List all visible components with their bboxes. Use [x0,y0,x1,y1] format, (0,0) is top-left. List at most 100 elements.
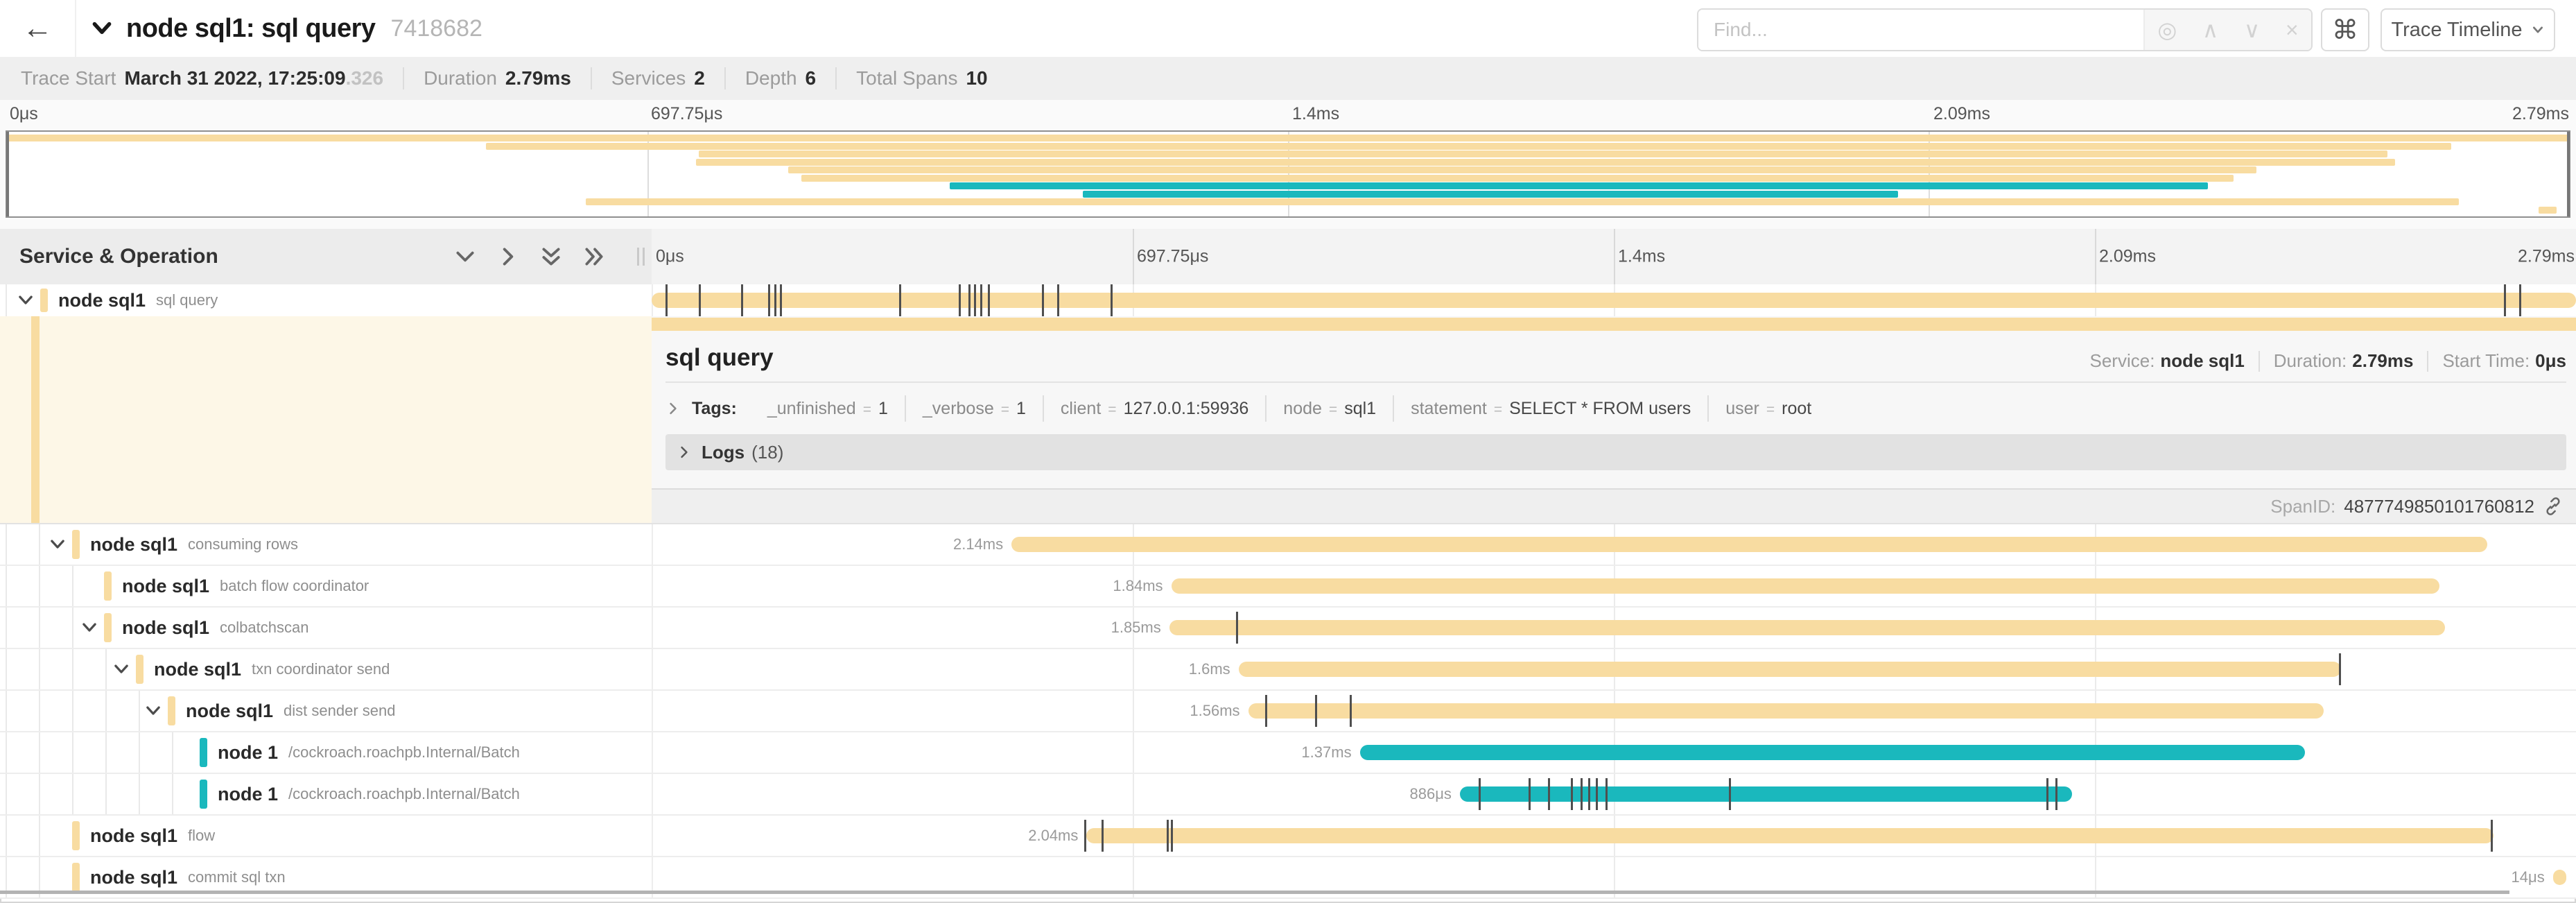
span-bar[interactable] [1460,786,2072,802]
minimap-span-band [950,182,2208,189]
span-row[interactable]: node sql1sql query [0,284,2576,316]
tag-item[interactable]: statement=SELECT * FROM users [1411,399,1691,419]
horizontal-scrollbar[interactable] [0,891,2509,894]
expand-all-icon[interactable] [582,245,606,268]
collapse-span-chevron-icon[interactable] [17,291,35,309]
span-bar[interactable] [1239,662,2342,677]
tag-item[interactable]: _verbose=1 [923,399,1026,419]
trace-start-label: Trace Start [21,67,116,89]
column-resize-grip[interactable] [637,248,645,266]
divider [591,67,592,89]
trace-total-spans: Total Spans 10 [856,67,987,89]
next-match-icon[interactable]: ∨ [2244,19,2260,41]
span-bar[interactable] [1248,703,2324,719]
axis-tick: 697.75μs [1137,247,1208,267]
minimap-right-scrubber[interactable] [2567,132,2570,216]
prev-match-icon[interactable]: ∧ [2202,19,2218,41]
find-input[interactable] [1698,10,2143,50]
selected-span-bar[interactable] [652,318,2576,331]
start-time-label: Start Time: [2442,350,2530,372]
span-tree-cell[interactable]: node sql1sql query [0,284,653,316]
span-tree-cell[interactable]: node sql1batch flow coordinator [0,566,653,606]
span-row[interactable]: node sql1consuming rows2.14ms [0,524,2576,566]
tree-guide [39,649,40,689]
span-row[interactable]: node sql1flow2.04ms [0,816,2576,857]
span-row[interactable]: node 1/cockroach.roachpb.Internal/Batch8… [0,774,2576,816]
log-marker [974,284,976,316]
divider [403,67,404,89]
copy-link-icon[interactable] [2543,496,2564,517]
trace-depth: Depth 6 [745,67,816,89]
span-tree-cell[interactable]: node sql1dist sender send [0,691,653,731]
timeline-gridline [2095,774,2096,814]
tree-guide [139,774,140,814]
collapse-span-chevron-icon[interactable] [112,660,130,678]
span-bar-cell[interactable]: 1.56ms [652,691,2576,731]
minimap-span-band [696,159,2394,166]
span-bar-cell[interactable]: 1.84ms [652,566,2576,606]
log-marker [1588,778,1590,810]
span-bar[interactable] [1360,745,2305,760]
expand-one-icon[interactable] [496,245,520,268]
span-color-bar [104,613,112,642]
collapse-span-chevron-icon[interactable] [144,702,162,720]
span-row[interactable]: node sql1colbatchscan1.85ms [0,608,2576,649]
span-duration-label: 1.56ms [1190,702,1239,720]
log-marker [1605,778,1608,810]
trace-timeline-menu-button[interactable]: Trace Timeline [2381,8,2555,51]
collapse-trace-chevron-icon[interactable] [90,17,114,40]
tags-row[interactable]: Tags: _unfinished=1_verbose=1client=127.… [665,393,2566,424]
tag-item[interactable]: client=127.0.0.1:59936 [1061,399,1248,419]
span-tree-cell[interactable]: node sql1flow [0,816,653,856]
span-tree-cell[interactable]: node 1/cockroach.roachpb.Internal/Batch [0,774,653,814]
span-tree-cell[interactable]: node sql1txn coordinator send [0,649,653,689]
span-tree-cell[interactable]: node 1/cockroach.roachpb.Internal/Batch [0,732,653,773]
timeline-gridline [1133,732,1134,773]
span-color-bar [104,571,112,601]
log-marker [2519,284,2521,316]
divider [724,67,726,89]
collapse-one-icon[interactable] [453,245,477,268]
span-tree-cell[interactable]: node sql1consuming rows [0,524,653,565]
collapse-span-chevron-icon[interactable] [49,535,67,553]
log-marker [699,284,701,316]
span-bar[interactable] [1086,828,2493,843]
minimap-row [7,150,2569,157]
logs-row[interactable]: Logs (18) [665,434,2566,470]
back-button[interactable]: ← [0,0,76,57]
collapse-all-icon[interactable] [539,245,563,268]
span-bar-cell[interactable]: 1.37ms [652,732,2576,773]
span-color-bar [200,738,207,767]
span-bar-cell[interactable]: 1.85ms [652,608,2576,648]
minimap-left-scrubber[interactable] [6,132,9,216]
span-bar[interactable] [652,293,2576,308]
span-bar-cell[interactable]: 2.04ms [652,816,2576,856]
span-tree-cell[interactable]: node sql1colbatchscan [0,608,653,648]
match-locate-icon[interactable]: ◎ [2157,19,2177,41]
span-bar-cell[interactable]: 2.14ms [652,524,2576,565]
tag-item[interactable]: _unfinished=1 [767,399,888,419]
span-bar[interactable] [1011,537,2487,552]
clear-find-icon[interactable]: × [2286,19,2299,41]
span-bar[interactable] [1169,620,2445,635]
span-row[interactable]: node sql1txn coordinator send1.6ms [0,649,2576,691]
keyboard-shortcuts-button[interactable]: ⌘ [2321,8,2369,51]
tag-item[interactable]: user=root [1725,399,1811,419]
span-bar[interactable] [1172,578,2439,594]
span-bar-cell[interactable]: 1.6ms [652,649,2576,689]
span-id-value: 4877749850101760812 [2344,496,2534,517]
tag-item[interactable]: node=sql1 [1283,399,1376,419]
span-row[interactable]: node 1/cockroach.roachpb.Internal/Batch1… [0,732,2576,774]
span-bar[interactable] [2553,870,2566,885]
tree-guide [39,691,40,731]
service-label: Service: [2090,350,2155,372]
span-row[interactable]: node sql1batch flow coordinator1.84ms [0,566,2576,608]
tag-key: node [1283,399,1322,419]
span-operation-name: commit sql txn [188,868,286,886]
minimap-canvas[interactable] [6,130,2570,218]
span-bar-cell[interactable]: 886μs [652,774,2576,814]
log-marker [1596,778,1598,810]
collapse-span-chevron-icon[interactable] [80,619,98,637]
span-row[interactable]: node sql1dist sender send 1.56ms [0,691,2576,732]
span-bar-cell[interactable] [652,284,2576,316]
